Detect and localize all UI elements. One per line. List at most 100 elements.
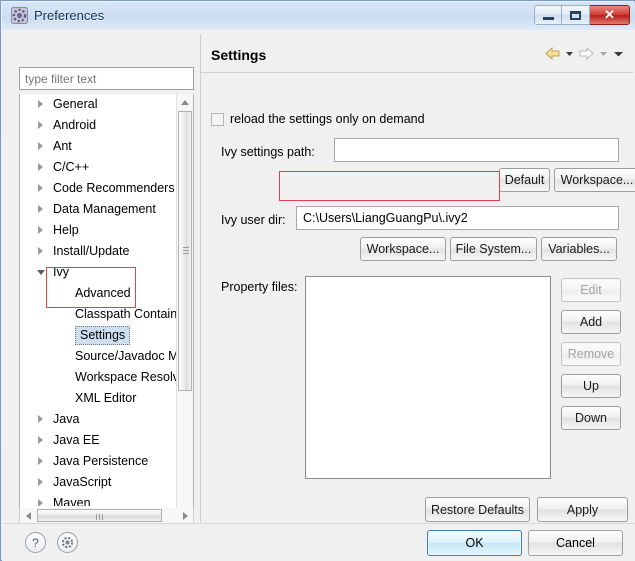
window-controls: ✕ [534,5,630,26]
reload-settings-checkbox[interactable] [211,112,224,126]
back-arrow-icon[interactable] [544,46,561,64]
ivy-user-dir-input[interactable] [296,206,619,230]
scroll-up-arrow-icon[interactable] [177,94,193,110]
property-files-down-button[interactable]: Down [561,406,621,430]
window-title: Preferences [34,8,105,23]
tree-collapsed-arrow-icon[interactable] [38,247,43,255]
page-navigation [544,45,625,65]
sidebar-item-label: Source/Javadoc M [75,349,178,363]
ivy-settings-path-label: Ivy settings path: [221,145,315,159]
close-button[interactable]: ✕ [590,5,630,25]
apply-button[interactable]: Apply [537,497,628,522]
sidebar-item-label: Advanced [75,286,131,300]
sidebar-item-javascript[interactable]: JavaScript [20,472,178,493]
tree-vertical-scrollbar[interactable] [176,94,193,524]
tree-collapsed-arrow-icon[interactable] [38,226,43,234]
sidebar-item-label: Help [53,223,79,237]
sidebar-item-c-c[interactable]: C/C++ [20,157,178,178]
preferences-sidebar: General Android Ant C/C++ Code Recommenders D… [11,34,196,526]
sidebar-item-ivy[interactable]: Ivy [20,262,178,283]
sidebar-item-data-management[interactable]: Data Management [20,199,178,220]
sidebar-item-workspace-resolv[interactable]: Workspace Resolv [20,367,178,388]
sidebar-item-maven[interactable]: Maven [20,493,178,506]
sidebar-item-java[interactable]: Java [20,409,178,430]
sidebar-item-label: Java Persistence [53,454,149,468]
tree-expanded-arrow-icon[interactable] [37,270,45,279]
ivy-settings-default-button[interactable]: Default [499,168,550,192]
tree-collapsed-arrow-icon[interactable] [38,415,43,423]
tree-collapsed-arrow-icon[interactable] [38,100,43,108]
sidebar-item-android[interactable]: Android [20,115,178,136]
title-bar: Preferences ✕ [2,2,635,31]
scroll-left-arrow-icon[interactable] [20,508,36,523]
reload-settings-checkbox-row[interactable]: reload the settings only on demand [211,112,425,126]
maximize-button[interactable] [562,5,590,25]
sidebar-item-label: Workspace Resolv [75,370,178,384]
filter-input[interactable] [19,67,194,90]
sidebar-item-java-ee[interactable]: Java EE [20,430,178,451]
property-files-remove-button[interactable]: Remove [561,342,621,366]
property-files-edit-button[interactable]: Edit [561,278,621,302]
sidebar-item-label: Install/Update [53,244,130,258]
tree-collapsed-arrow-icon[interactable] [38,184,43,192]
ok-button[interactable]: OK [427,530,522,556]
tree-collapsed-arrow-icon[interactable] [38,436,43,444]
preferences-gear-icon [11,7,28,24]
sidebar-item-settings[interactable]: Settings [20,325,178,346]
tree-collapsed-arrow-icon[interactable] [38,478,43,486]
preferences-gear-icon-footer[interactable] [57,532,78,553]
preferences-dialog-window: Preferences ✕ General Android Ant C/C++ Code… [0,0,635,561]
ivy-user-dir-label: Ivy user dir: [221,213,286,227]
sidebar-item-ant[interactable]: Ant [20,136,178,157]
tree-collapsed-arrow-icon[interactable] [38,121,43,129]
tree-collapsed-arrow-icon[interactable] [38,499,43,506]
minimize-button[interactable] [534,5,562,25]
tree-collapsed-arrow-icon[interactable] [38,205,43,213]
view-menu-chevron-down-icon[interactable] [612,48,625,62]
sidebar-item-help[interactable]: Help [20,220,178,241]
property-files-label: Property files: [221,280,298,294]
cancel-button[interactable]: Cancel [528,530,623,556]
settings-page: Settings reload the settings only on dem… [200,34,635,523]
sidebar-item-xml-editor[interactable]: XML Editor [20,388,178,409]
ivy-user-dir-workspace-button[interactable]: Workspace... [360,237,446,261]
horizontal-scroll-thumb[interactable] [37,509,162,522]
sidebar-item-label: Ant [53,139,72,153]
sidebar-item-general[interactable]: General [20,94,178,115]
sidebar-item-label: Ivy [53,265,69,279]
sidebar-item-advanced[interactable]: Advanced [20,283,178,304]
property-files-add-button[interactable]: Add [561,310,621,334]
sidebar-item-label: General [53,97,98,111]
restore-defaults-button[interactable]: Restore Defaults [425,497,530,522]
sidebar-item-label: Data Management [53,202,156,216]
sidebar-item-label: Classpath Container [75,307,178,321]
ivy-user-dir-file-system-button[interactable]: File System... [450,237,537,261]
sidebar-item-java-persistence[interactable]: Java Persistence [20,451,178,472]
sidebar-item-label: Settings [75,326,131,345]
dialog-body: General Android Ant C/C++ Code Recommenders D… [7,32,635,526]
sidebar-item-label: Java [53,412,80,426]
sidebar-item-label: Code Recommenders [53,181,175,195]
tree-collapsed-arrow-icon[interactable] [38,142,43,150]
sidebar-item-label: Maven [53,496,91,506]
vertical-scroll-thumb[interactable] [178,111,192,391]
scroll-right-arrow-icon[interactable] [177,508,193,523]
ivy-user-dir-variables-button[interactable]: Variables... [541,237,617,261]
sidebar-item-source-javadoc-m[interactable]: Source/Javadoc M [20,346,178,367]
ivy-settings-path-input[interactable] [334,138,619,162]
property-files-list[interactable] [305,276,551,479]
sidebar-item-label: JavaScript [53,475,112,489]
tree-collapsed-arrow-icon[interactable] [38,163,43,171]
sidebar-item-code-recommenders[interactable]: Code Recommenders [20,178,178,199]
sidebar-item-classpath-container[interactable]: Classpath Container [20,304,178,325]
preferences-tree[interactable]: General Android Ant C/C++ Code Recommenders D… [19,94,194,526]
forward-arrow-icon [578,46,595,64]
forward-dropdown-chevron-down-icon [598,48,609,62]
property-files-up-button[interactable]: Up [561,374,621,398]
back-dropdown-chevron-down-icon[interactable] [564,48,575,62]
question-mark-icon[interactable]: ? [25,532,46,553]
tree-items-container: General Android Ant C/C++ Code Recommenders D… [20,94,178,506]
sidebar-item-install-update[interactable]: Install/Update [20,241,178,262]
tree-collapsed-arrow-icon[interactable] [38,457,43,465]
ivy-settings-workspace-button[interactable]: Workspace... [554,168,635,192]
